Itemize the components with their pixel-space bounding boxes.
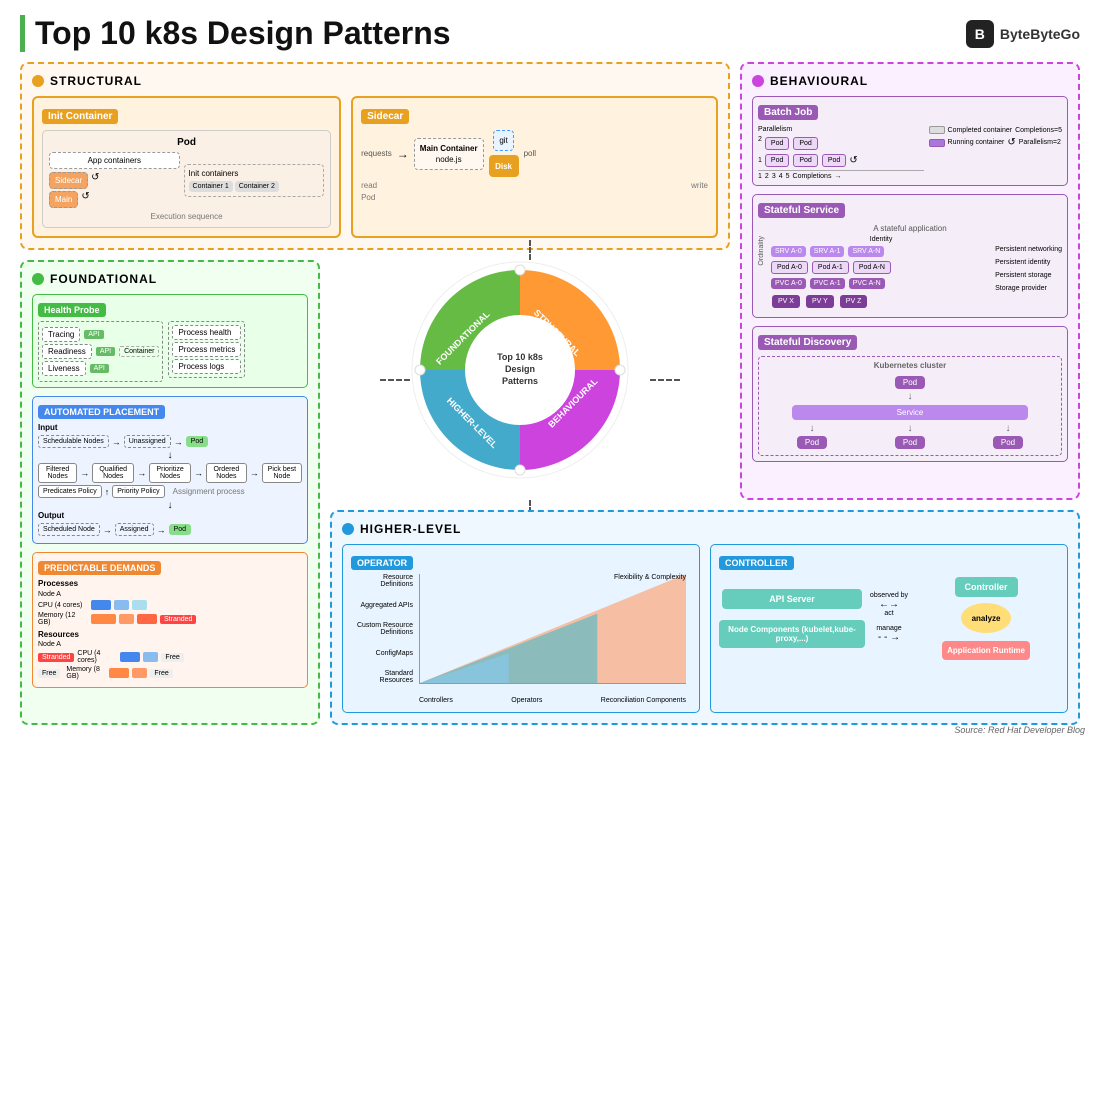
disk-icon: Disk [489, 155, 519, 177]
foundational-label: FOUNDATIONAL [32, 272, 308, 286]
init-container-label: Init Container [42, 109, 118, 124]
predictable-demands-label: PREDICTABLE DEMANDS [38, 561, 161, 575]
logo-icon: B [966, 20, 994, 48]
automated-placement-box: AUTOMATED PLACEMENT Input Schedulable No… [32, 396, 308, 544]
pie-svg: STRUCTURAL BEHAVIOURAL HIGHER-LEVEL FOUN… [410, 260, 630, 480]
page-title: Top 10 k8s Design Patterns [20, 15, 451, 52]
source-text: Source: Red Hat Developer Blog [954, 725, 1085, 735]
pie-center-line1: Top 10 k8s [497, 352, 543, 362]
init-container-box: Init Container Pod App containers Sideca… [32, 96, 341, 238]
sidecar-box: Sidecar requests → Main Container node.j… [351, 96, 718, 238]
predictable-demands-box: PREDICTABLE DEMANDS Processes Node A CPU… [32, 552, 308, 688]
structural-label: STRUCTURAL [32, 74, 718, 88]
higher-level-section: HIGHER-LEVEL OPERATOR Resource Definitio… [330, 510, 1080, 725]
foundational-dot [32, 273, 44, 285]
stateful-discovery-box: Stateful Discovery Kubernetes cluster Po… [752, 326, 1068, 462]
higher-level-label: HIGHER-LEVEL [342, 522, 1068, 536]
sidecar-label: Sidecar [361, 109, 409, 124]
main-container: Main [49, 191, 78, 208]
pie-center-line3: Patterns [502, 376, 538, 386]
pie-chart: STRUCTURAL BEHAVIOURAL HIGHER-LEVEL FOUN… [410, 260, 650, 500]
behavioural-label: BEHAVIOURAL [752, 74, 1068, 88]
pod-box: Pod App containers Sidecar ↺ Main [42, 130, 331, 228]
higher-level-dot [342, 523, 354, 535]
stateful-discovery-label: Stateful Discovery [758, 335, 857, 350]
batch-job-label: Batch Job [758, 105, 818, 120]
foundational-section: FOUNDATIONAL Health Probe Tracing API Re… [20, 260, 320, 725]
controller-label: CONTROLLER [719, 556, 794, 570]
health-probe-box: Health Probe Tracing API Readiness API C… [32, 294, 308, 388]
structural-dot [32, 75, 44, 87]
behavioural-section: BEHAVIOURAL Batch Job Parallelism 2 Pod … [740, 62, 1080, 500]
stateful-service-label: Stateful Service [758, 203, 845, 218]
operator-box: OPERATOR Resource Definitions Aggregated… [342, 544, 700, 713]
structural-section: STRUCTURAL Init Container Pod App contai… [20, 62, 730, 250]
behavioural-dot [752, 75, 764, 87]
health-probe-label: Health Probe [38, 303, 106, 317]
operator-label: OPERATOR [351, 556, 413, 570]
logo: B ByteByteGo [966, 20, 1080, 48]
controller-box: CONTROLLER API Server Node Components (k… [710, 544, 1068, 713]
pie-center-line2: Design [505, 364, 535, 374]
center-pie: STRUCTURAL BEHAVIOURAL HIGHER-LEVEL FOUN… [330, 260, 730, 500]
sidecar-container: Sidecar [49, 172, 88, 189]
automated-placement-label: AUTOMATED PLACEMENT [38, 405, 165, 419]
stateful-service-box: Stateful Service A stateful application … [752, 194, 1068, 318]
batch-job-box: Batch Job Parallelism 2 Pod Pod 1 Pod Po… [752, 96, 1068, 186]
logo-text: ByteByteGo [1000, 26, 1080, 42]
